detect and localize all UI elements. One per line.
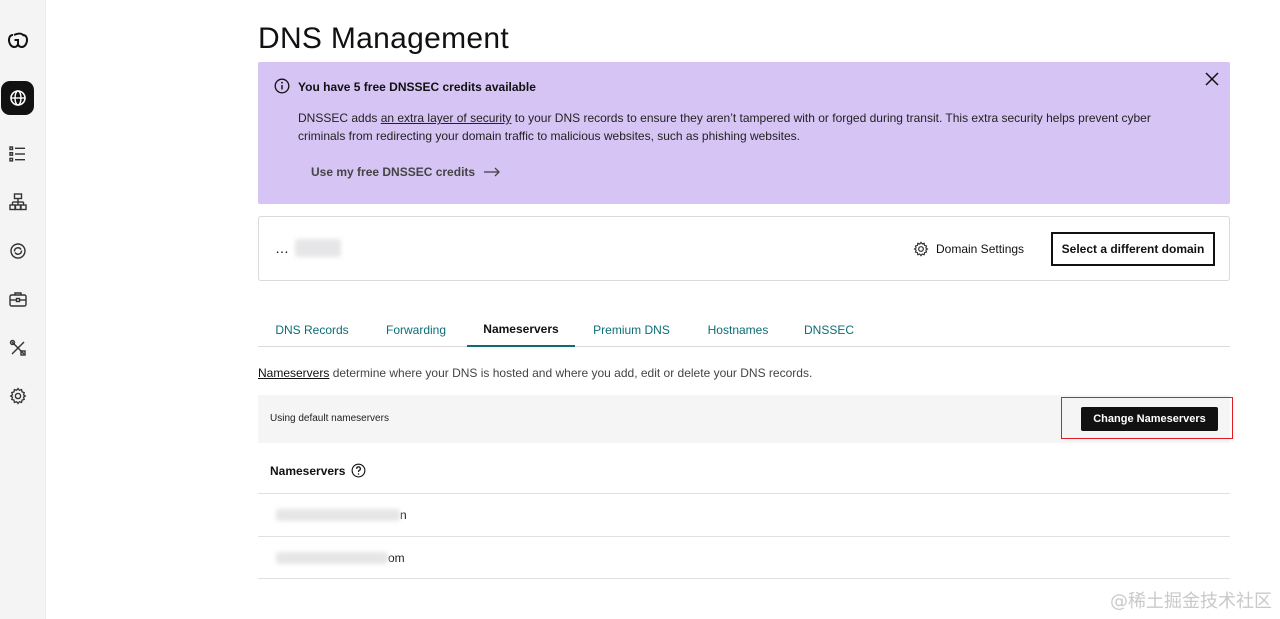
nameservers-list-header: Nameservers <box>270 463 366 478</box>
domain-settings-link[interactable]: Domain Settings <box>913 241 1024 257</box>
tab-forwarding[interactable]: Forwarding <box>366 312 466 347</box>
tab-premium-dns[interactable]: Premium DNS <box>584 312 679 347</box>
nameserver-status: Using default nameservers <box>270 413 389 424</box>
nameservers-description-text: determine where your DNS is hosted and w… <box>329 366 813 380</box>
domain-name: … <box>275 239 341 257</box>
rail-item-domains[interactable] <box>1 81 34 115</box>
nameserver-value: n <box>276 508 407 522</box>
nameserver-value-visible: n <box>400 508 407 522</box>
tab-dnssec[interactable]: DNSSEC <box>794 312 864 347</box>
rail-item-sync[interactable] <box>0 234 35 268</box>
globe-icon <box>9 90 26 106</box>
nameservers-description: Nameservers determine where your DNS is … <box>258 366 812 380</box>
domain-settings-label: Domain Settings <box>936 242 1025 256</box>
briefcase-icon <box>8 292 27 307</box>
info-icon <box>274 78 290 94</box>
nameserver-value: om <box>276 551 405 565</box>
nameservers-help-link[interactable]: Nameservers <box>258 366 329 380</box>
use-free-credits-label: Use my free DNSSEC credits <box>311 165 476 179</box>
tab-hostnames[interactable]: Hostnames <box>693 312 783 347</box>
nameservers-header-label: Nameservers <box>270 463 346 478</box>
left-nav-rail <box>0 0 46 619</box>
banner-heading: You have 5 free DNSSEC credits available <box>298 80 536 94</box>
page-title: DNS Management <box>258 22 509 55</box>
redacted-nameserver <box>276 509 400 521</box>
domain-card: … Domain Settings Select a different dom… <box>258 216 1230 281</box>
gear-icon <box>913 241 929 257</box>
redacted-domain <box>295 239 341 257</box>
rail-item-settings[interactable] <box>0 379 35 413</box>
tab-nameservers[interactable]: Nameservers <box>467 312 575 347</box>
tools-icon <box>9 339 26 356</box>
rail-item-tools[interactable] <box>0 331 35 365</box>
nameserver-status-row: Using default nameservers Change Nameser… <box>258 395 1230 443</box>
rail-item-sitemap[interactable] <box>0 185 35 219</box>
refresh-icon <box>9 243 26 259</box>
list-icon <box>8 146 25 162</box>
arrow-right-icon <box>484 167 500 177</box>
change-nameservers-button[interactable]: Change Nameservers <box>1081 407 1218 431</box>
rail-item-list[interactable] <box>0 137 35 171</box>
gear-icon <box>9 387 26 405</box>
nameserver-value-visible: om <box>388 551 405 565</box>
nameserver-row: n <box>258 493 1230 536</box>
banner-body: DNSSEC adds an extra layer of security t… <box>298 109 1178 145</box>
use-free-credits-button[interactable]: Use my free DNSSEC credits <box>311 165 501 179</box>
nameserver-row: om <box>258 536 1230 579</box>
tab-dns-records[interactable]: DNS Records <box>258 312 366 347</box>
rail-item-business[interactable] <box>0 282 35 316</box>
dns-tabs: DNS Records Forwarding Nameservers Premi… <box>258 312 1230 347</box>
select-different-domain-button[interactable]: Select a different domain <box>1051 232 1215 266</box>
help-icon[interactable] <box>351 463 366 478</box>
logo-icon <box>7 32 28 48</box>
domain-name-prefix: … <box>275 240 289 256</box>
dnssec-credits-banner: You have 5 free DNSSEC credits available… <box>258 62 1230 204</box>
rail-item-home[interactable] <box>0 24 35 58</box>
extra-security-link[interactable]: an extra layer of security <box>381 111 512 125</box>
banner-body-prefix: DNSSEC adds <box>298 111 381 125</box>
close-icon[interactable] <box>1204 71 1220 87</box>
sitemap-icon <box>8 193 27 211</box>
redacted-nameserver <box>276 552 388 564</box>
watermark: @稀土掘金技术社区 <box>1110 591 1272 612</box>
